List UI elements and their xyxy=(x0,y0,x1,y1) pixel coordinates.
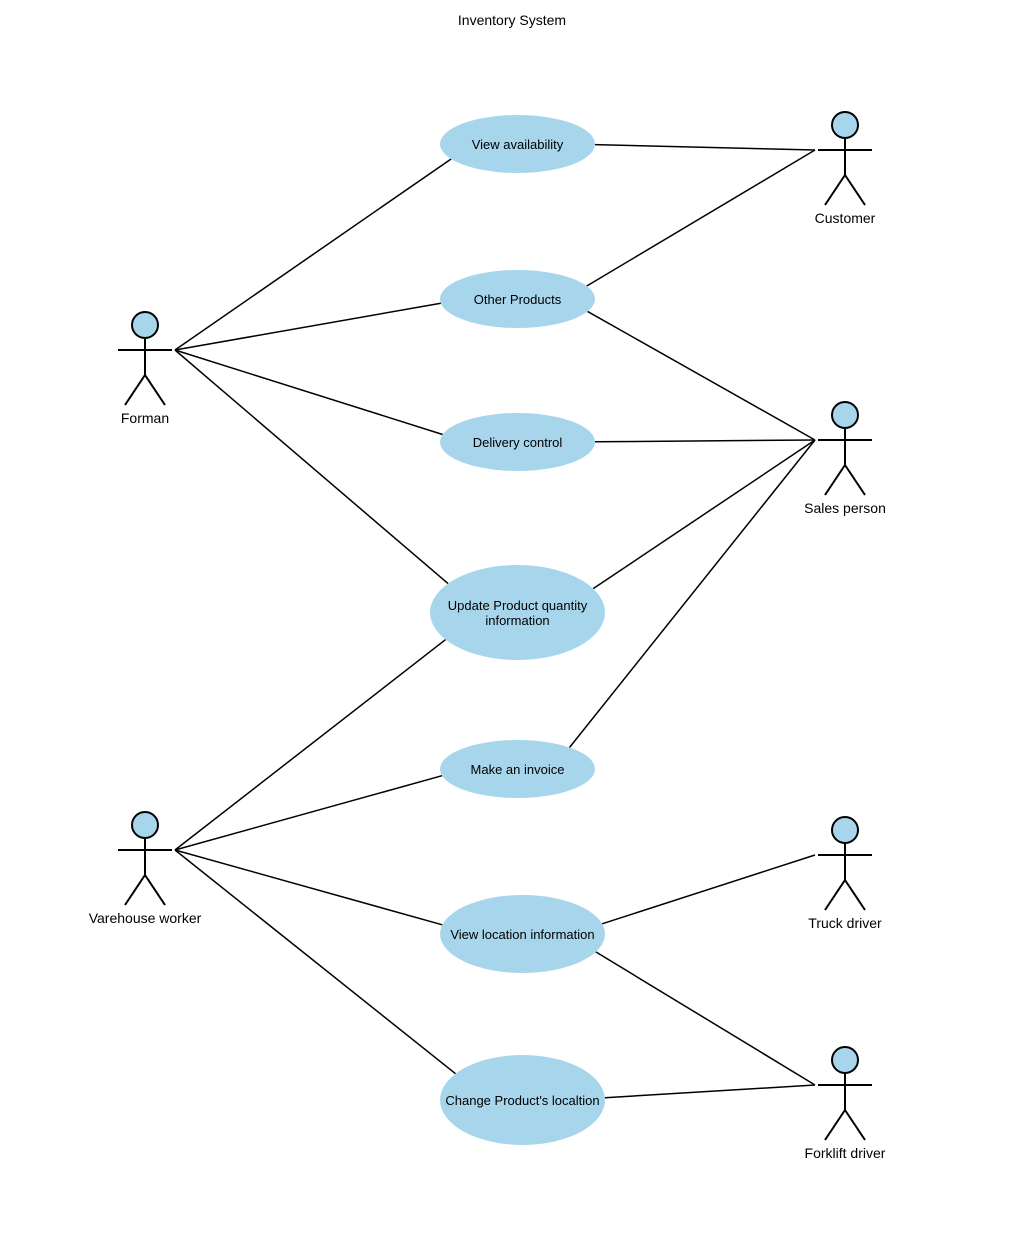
diagram-title: Inventory System xyxy=(0,12,1024,28)
usecase-label: Other Products xyxy=(474,292,561,307)
usecase-label: Change Product's localtion xyxy=(445,1093,599,1108)
actor-sales-person-icon xyxy=(810,400,880,500)
usecase-view-availability: View availability xyxy=(440,115,595,173)
usecase-update-product-quantity: Update Product quantity information xyxy=(430,565,605,660)
actor-forklift-driver-icon xyxy=(810,1045,880,1145)
actor-customer-label: Customer xyxy=(815,210,876,226)
diagram-canvas: Inventory System View availability Other… xyxy=(0,0,1024,1243)
usecase-make-invoice: Make an invoice xyxy=(440,740,595,798)
actor-varehouse-worker-icon xyxy=(110,810,180,910)
usecase-label: View location information xyxy=(450,927,594,942)
actor-forklift-driver-label: Forklift driver xyxy=(805,1145,886,1161)
actor-varehouse-worker-label: Varehouse worker xyxy=(89,910,202,926)
usecase-change-product-location: Change Product's localtion xyxy=(440,1055,605,1145)
usecase-label: Update Product quantity information xyxy=(434,598,601,628)
usecase-label: View availability xyxy=(472,137,564,152)
actor-forman-label: Forman xyxy=(121,410,169,426)
actor-truck-driver-label: Truck driver xyxy=(808,915,881,931)
actor-truck-driver-icon xyxy=(810,815,880,915)
actor-forman-icon xyxy=(110,310,180,410)
actor-sales-person-label: Sales person xyxy=(804,500,886,516)
usecase-label: Make an invoice xyxy=(471,762,565,777)
actor-customer-icon xyxy=(810,110,880,210)
usecase-label: Delivery control xyxy=(473,435,563,450)
usecase-delivery-control: Delivery control xyxy=(440,413,595,471)
usecase-other-products: Other Products xyxy=(440,270,595,328)
usecase-view-location-information: View location information xyxy=(440,895,605,973)
